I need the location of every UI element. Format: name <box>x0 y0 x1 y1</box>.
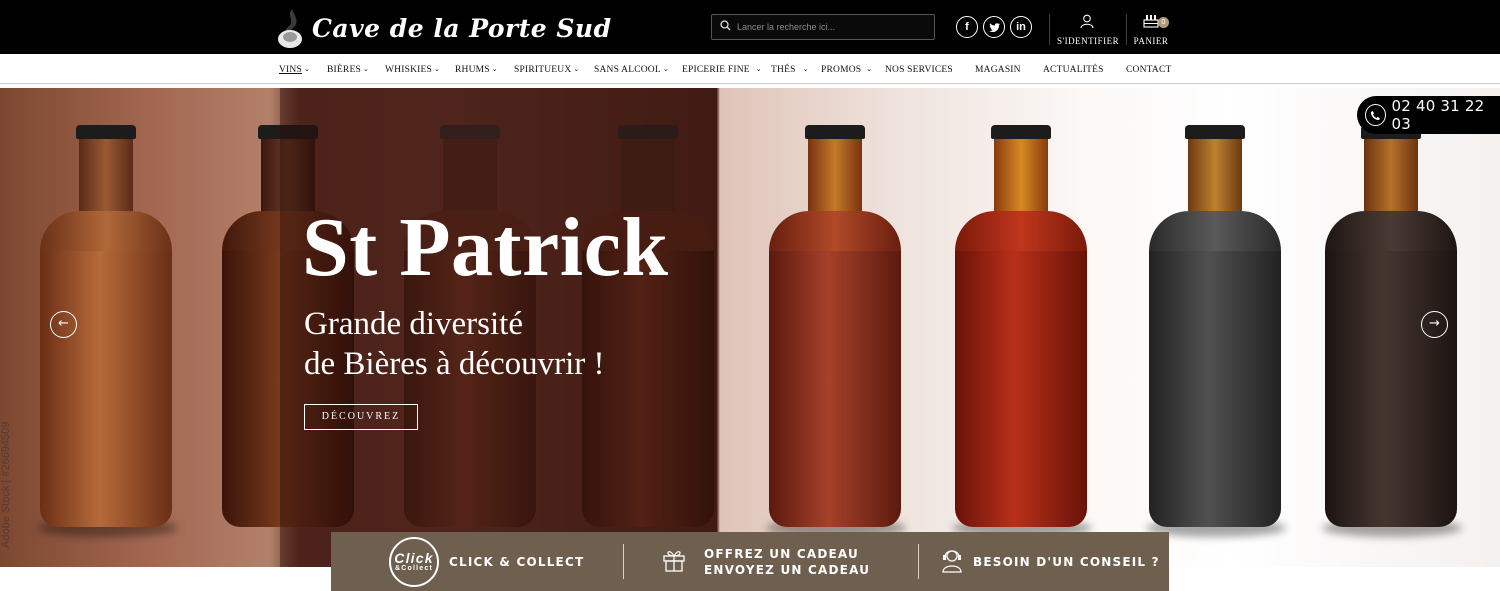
account-label: S'IDENTIFIER <box>1057 36 1120 46</box>
facebook-icon[interactable]: f <box>956 16 978 38</box>
nav-item-sans-alcool[interactable]: SANS ALCOOL ⌄ <box>594 65 669 75</box>
nav-item-nos-services[interactable]: NOS SERVICES <box>885 65 953 75</box>
nav-item-magasin[interactable]: MAGASIN <box>975 65 1021 75</box>
chevron-down-icon: ⌄ <box>362 65 370 73</box>
phone-number: 02 40 31 22 03 <box>1391 97 1485 133</box>
phone-contact-tab[interactable]: 02 40 31 22 03 <box>1357 96 1500 134</box>
chevron-down-icon: ⌄ <box>662 65 669 73</box>
bottle-image <box>955 125 1087 527</box>
header-divider <box>1049 14 1050 45</box>
hero-subtitle-line: de Bières à découvrir ! <box>304 346 605 382</box>
advice-label: BESOIN D'UN CONSEIL ? <box>973 554 1160 569</box>
nav-item-rhums[interactable]: RHUMS ⌄ <box>455 65 498 75</box>
stock-watermark: Adobe Stock | #26694509 <box>0 421 12 548</box>
click-collect-icon: Click &Collect <box>389 536 439 587</box>
chevron-down-icon: ⌄ <box>802 65 809 73</box>
chevron-down-icon: ⌄ <box>866 65 873 73</box>
site-logo[interactable]: Cave de la Porte Sud <box>276 6 612 50</box>
main-navigation: VINS ⌄ BIÈRES ⌄ WHISKIES ⌄ RHUMS ⌄ SPIRITUEU… <box>0 54 1500 84</box>
phone-icon <box>1365 104 1386 126</box>
search-input[interactable] <box>737 22 927 32</box>
nav-item-bieres[interactable]: BIÈRES ⌄ <box>327 65 369 75</box>
account-link[interactable]: S'IDENTIFIER <box>1057 14 1120 46</box>
services-divider <box>623 544 624 579</box>
gift-icon <box>661 547 687 576</box>
cart-crate-icon <box>1143 15 1159 32</box>
gift-line: ENVOYEZ UN CADEAU <box>704 562 871 577</box>
chevron-down-icon: ⌄ <box>573 65 580 73</box>
advice-link[interactable]: BESOIN D'UN CONSEIL ? <box>940 532 1160 591</box>
click-collect-link[interactable]: Click &Collect CLICK & COLLECT <box>389 532 584 591</box>
nav-item-thes[interactable]: THÉS ⌄ <box>771 65 809 75</box>
headset-advisor-icon <box>940 547 964 576</box>
click-collect-label: CLICK & COLLECT <box>449 554 585 569</box>
logo-text: Cave de la Porte Sud <box>312 13 612 43</box>
chevron-down-icon: ⌄ <box>303 65 311 73</box>
badge-text: &Collect <box>395 565 433 572</box>
cart-link[interactable]: 0 PANIER <box>1133 14 1169 46</box>
twitter-icon[interactable] <box>983 16 1005 38</box>
bottle-image <box>1149 125 1281 527</box>
discover-button[interactable]: DÉCOUVREZ <box>304 404 418 430</box>
social-links: f in <box>956 16 1032 38</box>
logo-flame-icon <box>276 7 304 49</box>
nav-item-epicerie-fine[interactable]: EPICERIE FINE ⌄ <box>682 65 762 75</box>
gift-link[interactable]: OFFREZ UN CADEAU ENVOYEZ UN CADEAU <box>661 532 870 591</box>
badge-text: Click <box>394 550 434 566</box>
nav-item-actualites[interactable]: ACTUALITÉS <box>1043 65 1104 75</box>
user-icon <box>1080 14 1094 32</box>
nav-item-promos[interactable]: PROMOS ⌄ <box>821 65 872 75</box>
gift-line: OFFREZ UN CADEAU <box>704 546 859 561</box>
cart-label: PANIER <box>1133 36 1169 46</box>
hero-slider: Adobe Stock | #26694509 St Patrick Grand… <box>0 88 1500 567</box>
services-divider <box>918 544 919 579</box>
prev-slide-arrow-icon[interactable]: ← <box>50 311 77 338</box>
chevron-down-icon: ⌄ <box>491 65 498 73</box>
hero-title: St Patrick <box>302 201 669 294</box>
nav-item-vins[interactable]: VINS ⌄ <box>279 65 310 75</box>
nav-item-spiritueux[interactable]: SPIRITUEUX ⌄ <box>514 65 580 75</box>
cart-count-badge: 0 <box>1158 17 1169 28</box>
services-bar: Click &Collect CLICK & COLLECT OFFREZ UN… <box>331 532 1169 591</box>
chevron-down-icon: ⌄ <box>434 65 441 73</box>
chevron-down-icon: ⌄ <box>755 65 762 73</box>
hero-subtitle-line: Grande diversité <box>304 306 523 342</box>
search-box <box>711 14 935 40</box>
gift-text: OFFREZ UN CADEAU ENVOYEZ UN CADEAU <box>704 546 870 578</box>
header-divider <box>1126 14 1127 45</box>
bottle-image <box>769 125 901 527</box>
hero-subtitle: Grande diversité de Bières à découvrir ! <box>304 304 605 384</box>
top-header: Cave de la Porte Sud f in S'IDENTIFIER 0… <box>0 0 1500 54</box>
linkedin-icon[interactable]: in <box>1010 16 1032 38</box>
nav-item-contact[interactable]: CONTACT <box>1126 65 1172 75</box>
search-icon[interactable] <box>720 18 731 36</box>
next-slide-arrow-icon[interactable]: → <box>1421 311 1448 338</box>
nav-item-whiskies[interactable]: WHISKIES ⌄ <box>385 65 440 75</box>
